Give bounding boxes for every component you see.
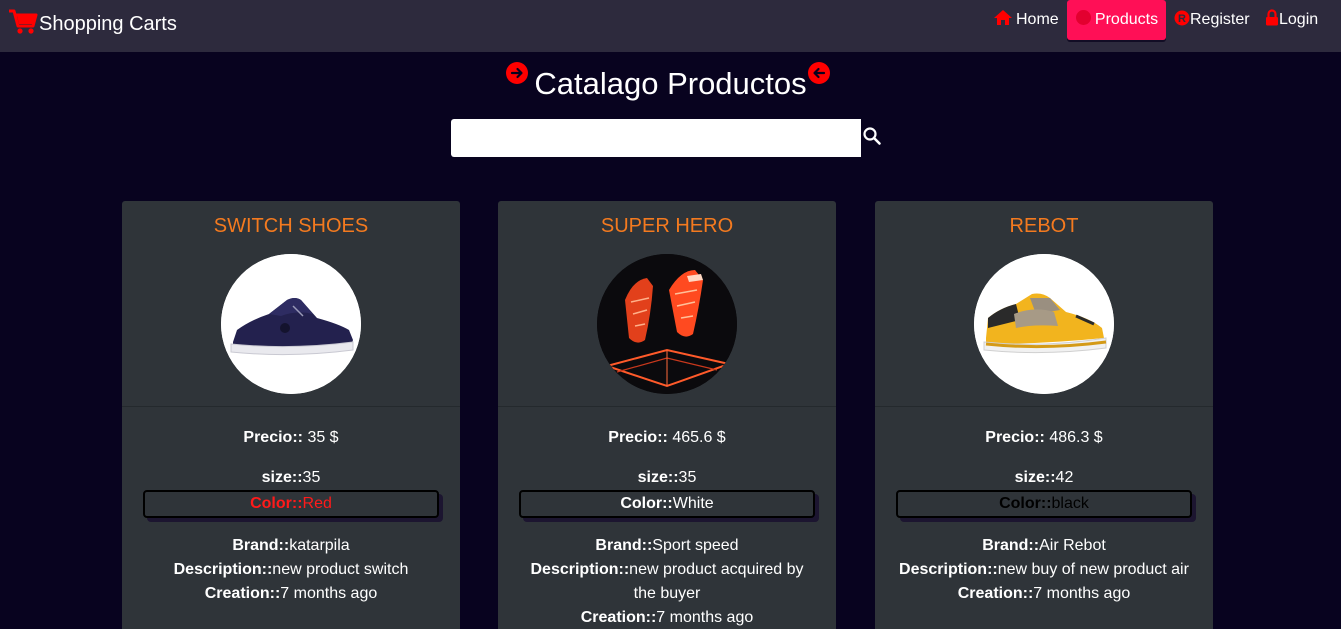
title-area: Catalago Productos xyxy=(0,60,1341,108)
nav-login-label: Login xyxy=(1279,11,1319,28)
creation-line: Creation::7 months ago xyxy=(498,606,836,629)
color-value: White xyxy=(672,495,714,512)
size-value: 42 xyxy=(1055,469,1074,486)
search-button[interactable] xyxy=(861,126,883,150)
description-line: Description::new product switch xyxy=(142,558,440,582)
product-image[interactable] xyxy=(974,254,1114,394)
creation-line: Creation::7 months ago xyxy=(875,582,1213,606)
search-icon xyxy=(862,126,882,151)
price-line: Precio:: 486.3 $ xyxy=(875,426,1213,450)
price-line: Precio:: 465.6 $ xyxy=(498,426,836,450)
nav-login[interactable]: Login xyxy=(1265,0,1318,40)
product-image[interactable] xyxy=(597,254,737,394)
nav-register-label: Register xyxy=(1190,11,1250,28)
shopping-cart-icon xyxy=(8,9,38,40)
brand-label: Brand:: xyxy=(595,537,653,554)
products-icon xyxy=(1075,9,1092,31)
arrow-left-icon[interactable] xyxy=(808,62,830,84)
brand-value: katarpila xyxy=(289,537,350,554)
size-line: size::35 xyxy=(498,466,836,490)
color-label: Color:: xyxy=(250,495,303,512)
product-card[interactable]: SUPER HERO Precio:: 465.6 $ size::35 Col… xyxy=(498,201,836,629)
nav-products[interactable]: Products xyxy=(1067,0,1166,40)
description-label: Description:: xyxy=(530,561,630,578)
price-label: Precio:: xyxy=(243,429,303,446)
creation-label: Creation:: xyxy=(580,609,657,626)
size-label: size:: xyxy=(1014,469,1056,486)
product-card[interactable]: SWITCH SHOES Precio:: 35 $ size::35 Colo… xyxy=(122,201,460,629)
color-label: Color:: xyxy=(999,495,1052,512)
size-line: size::42 xyxy=(875,466,1213,490)
creation-label: Creation:: xyxy=(957,585,1034,602)
price-value: 35 $ xyxy=(307,429,339,446)
card-header: SUPER HERO xyxy=(498,201,836,407)
price-label: Precio:: xyxy=(608,429,668,446)
product-name: SUPER HERO xyxy=(600,215,734,237)
description-label: Description:: xyxy=(899,561,998,578)
creation-value: 7 months ago xyxy=(656,609,754,626)
creation-label: Creation:: xyxy=(204,585,281,602)
brand-line: Brand::Air Rebot xyxy=(875,534,1213,558)
price-line: Precio:: 35 $ xyxy=(122,426,460,450)
description-line: Description::new product acquired by the… xyxy=(518,558,816,606)
size-line: size::35 xyxy=(122,466,460,490)
color-badge: Color::White xyxy=(519,490,815,518)
description-value: new product acquired by the buyer xyxy=(629,561,804,602)
creation-value: 7 months ago xyxy=(1033,585,1131,602)
register-icon: R xyxy=(1174,10,1190,31)
page-title: Catalago Productos xyxy=(534,66,807,101)
product-name: REBOT xyxy=(1009,215,1079,237)
card-header: SWITCH SHOES xyxy=(122,201,460,407)
size-value: 35 xyxy=(678,469,697,486)
creation-value: 7 months ago xyxy=(280,585,378,602)
brand-link[interactable]: Shopping Carts xyxy=(8,9,177,39)
home-icon xyxy=(993,9,1013,31)
color-value: black xyxy=(1051,495,1089,512)
brand-value: Sport speed xyxy=(652,537,739,554)
description-line: Description::new buy of new product air xyxy=(895,558,1193,582)
navbar: Shopping Carts Home Products R Register xyxy=(0,0,1341,52)
size-label: size:: xyxy=(637,469,679,486)
description-value: new buy of new product air xyxy=(997,561,1189,578)
brand-value: Air Rebot xyxy=(1039,537,1106,554)
svg-text:R: R xyxy=(1178,13,1186,25)
description-value: new product switch xyxy=(272,561,409,578)
color-value: Red xyxy=(302,495,332,512)
nav-products-label: Products xyxy=(1094,11,1159,28)
color-label: Color:: xyxy=(620,495,673,512)
brand-label: Brand:: xyxy=(232,537,290,554)
nav-home-label: Home xyxy=(1016,11,1059,28)
brand-line: Brand::katarpila xyxy=(122,534,460,558)
nav-home[interactable]: Home xyxy=(993,0,1059,40)
brand-label: Brand:: xyxy=(982,537,1040,554)
color-badge: Color::Red xyxy=(143,490,439,518)
color-badge: Color::black xyxy=(896,490,1192,518)
description-label: Description:: xyxy=(173,561,273,578)
nav-register[interactable]: R Register xyxy=(1174,0,1250,40)
size-value: 35 xyxy=(302,469,321,486)
size-label: size:: xyxy=(261,469,303,486)
price-value: 465.6 $ xyxy=(672,429,726,446)
search-input[interactable] xyxy=(451,119,861,157)
brand-line: Brand::Sport speed xyxy=(498,534,836,558)
brand-label: Shopping Carts xyxy=(39,12,177,35)
lock-icon xyxy=(1265,9,1279,31)
product-image[interactable] xyxy=(221,254,361,394)
product-card[interactable]: REBOT Precio:: 486.3 $ size::42 Color::b… xyxy=(875,201,1213,629)
price-label: Precio:: xyxy=(985,429,1045,446)
price-value: 486.3 $ xyxy=(1049,429,1103,446)
product-name: SWITCH SHOES xyxy=(213,215,369,237)
creation-line: Creation::7 months ago xyxy=(122,582,460,606)
card-header: REBOT xyxy=(875,201,1213,407)
